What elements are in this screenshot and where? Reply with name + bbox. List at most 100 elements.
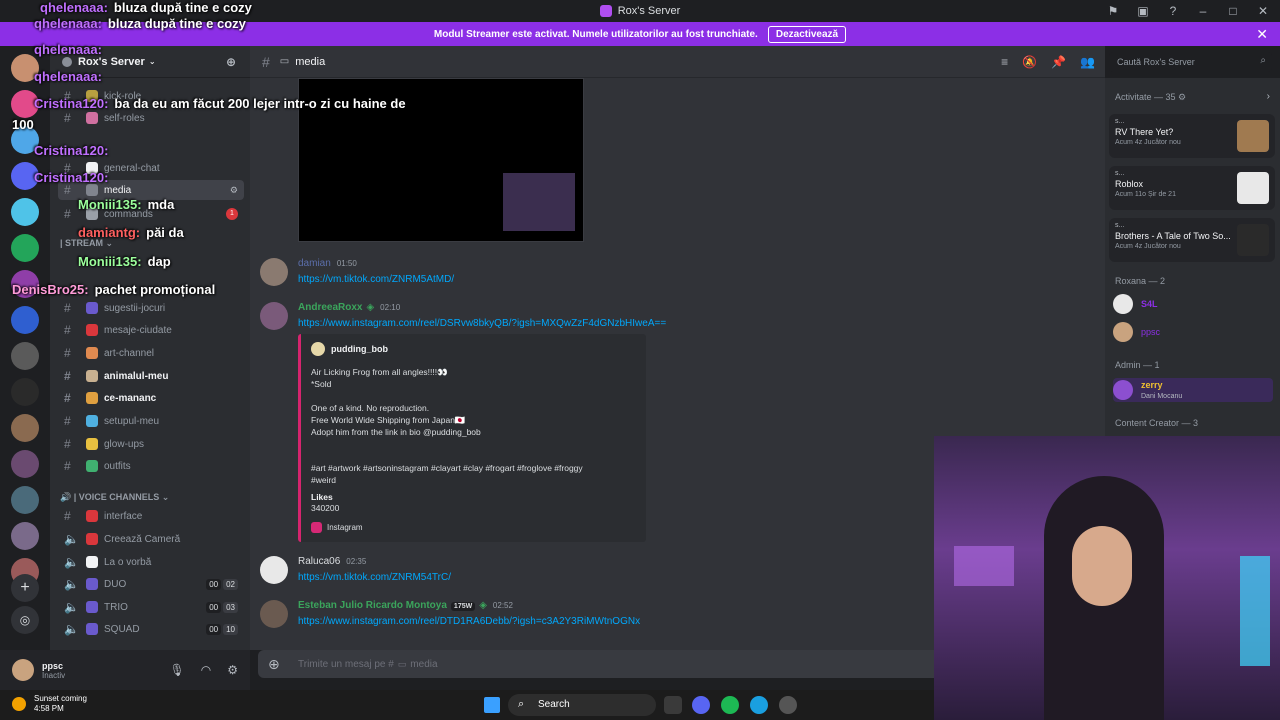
discord-icon[interactable] — [692, 696, 710, 714]
instagram-embed: pudding_bob Air Licking Frog from all an… — [298, 334, 646, 542]
member-item[interactable]: ppsc — [1113, 322, 1160, 342]
server-icon[interactable] — [11, 522, 39, 550]
voice-channel-interface[interactable]: # interface — [58, 506, 244, 526]
headphones-icon[interactable]: ◠ — [201, 663, 211, 677]
avatar[interactable] — [260, 556, 288, 584]
taskbar-search[interactable]: ⌕ Search — [508, 694, 656, 716]
stream-chat-user: Cristina120: — [34, 170, 109, 185]
search-input[interactable]: Caută Rox's Server ⌕ — [1109, 52, 1272, 72]
hash-icon: # — [64, 111, 71, 125]
channel-title: media — [295, 55, 326, 68]
threads-icon[interactable]: ≡ — [1001, 55, 1008, 69]
help-icon[interactable]: ? — [1166, 4, 1180, 18]
notification-bell-icon[interactable]: 🔕 — [1022, 55, 1037, 69]
category-voice[interactable]: 🔊 | VOICE CHANNELS ⌄ — [60, 492, 169, 503]
channel-self-roles[interactable]: # self-roles — [58, 108, 244, 128]
voice-channel-squad[interactable]: 🔈 SQUAD 00 10 — [58, 619, 244, 639]
file-explorer-icon[interactable] — [664, 696, 682, 714]
message-link[interactable]: https://www.instagram.com/reel/DTD1RA6De… — [298, 616, 640, 627]
channel-outfits[interactable]: # outfits — [58, 456, 244, 476]
member-list: Activitate — 35 ⚙ › s... RV There Yet? A… — [1105, 78, 1280, 438]
message-author[interactable]: Raluca06 02:35 — [298, 556, 366, 567]
tv-icon: ▭ — [397, 658, 407, 669]
channel-label: media — [104, 184, 132, 196]
server-icon[interactable] — [11, 486, 39, 514]
stream-chat-user: Cristina120: — [34, 96, 109, 111]
member-item[interactable]: zerry Dani Mocanu — [1113, 378, 1273, 402]
channel-sugestii-jocuri[interactable]: # sugestii-jocuri — [58, 298, 244, 318]
hash-icon: # — [64, 346, 71, 360]
spotify-icon[interactable] — [721, 696, 739, 714]
server-icon[interactable] — [11, 342, 39, 370]
stream-chat-line: qhelenaaa: bluza după tine e cozy — [40, 0, 252, 15]
voice-channel-trio[interactable]: 🔈 TRIO 00 03 — [58, 597, 244, 617]
message-link[interactable]: https://vm.tiktok.com/ZNRM54TrC/ — [298, 572, 451, 583]
channel-mesaje-ciudate[interactable]: # mesaje-ciudate — [58, 320, 244, 340]
embed-author[interactable]: pudding_bob — [311, 342, 636, 356]
voice-channel-create-room[interactable]: 🔈 Creează Cameră — [58, 529, 244, 549]
channel-ce-mananc[interactable]: # ce-mananc — [58, 388, 244, 408]
voice-channel-duo[interactable]: 🔈 DUO 00 02 — [58, 574, 244, 594]
stream-chat-user: qhelenaaa: — [34, 16, 102, 31]
channel-setupul-meu[interactable]: # setupul-meu — [58, 411, 244, 431]
windows-start-icon[interactable] — [484, 697, 500, 713]
server-icon[interactable] — [11, 306, 39, 334]
channel-animalul-meu[interactable]: # animalul-meu — [58, 366, 244, 386]
screen-icon[interactable]: ▣ — [1136, 4, 1150, 18]
attach-plus-icon[interactable]: ⊕ — [268, 656, 280, 673]
stream-chat-user: Cristina120: — [34, 143, 109, 158]
channel-art-channel[interactable]: # art-channel — [58, 343, 244, 363]
avatar[interactable] — [260, 302, 288, 330]
stream-chat-line: damiantg: păi da — [78, 225, 184, 240]
server-icon[interactable] — [11, 198, 39, 226]
add-server-icon[interactable]: + — [11, 574, 39, 602]
close-banner-icon[interactable]: ✕ — [1256, 26, 1268, 43]
weather-widget[interactable]: Sunset coming 4:58 PM — [12, 694, 87, 714]
server-dot-icon — [62, 56, 72, 67]
activity-card[interactable]: s... Roblox Acum 11o Șir de 21 — [1109, 166, 1275, 210]
settings-gear-icon[interactable]: ⚙ — [227, 663, 238, 677]
activity-title: RV There Yet? — [1115, 127, 1174, 137]
server-icon[interactable] — [11, 414, 39, 442]
minimize-icon[interactable]: – — [1196, 4, 1210, 18]
server-icon[interactable] — [11, 450, 39, 478]
channel-glow-ups[interactable]: # glow-ups — [58, 434, 244, 454]
voice-channel-la-o-vorba[interactable]: 🔈 La o vorbă — [58, 552, 244, 572]
close-icon[interactable]: ✕ — [1256, 4, 1270, 18]
avatar[interactable] — [260, 258, 288, 286]
inbox-icon[interactable]: ⚑ — [1106, 4, 1120, 18]
chevron-right-icon[interactable]: › — [1267, 91, 1270, 102]
avatar[interactable] — [260, 600, 288, 628]
obs-icon[interactable] — [779, 696, 797, 714]
add-member-icon[interactable]: ⊕ — [226, 55, 236, 69]
microphone-icon[interactable]: 🎙 — [170, 663, 185, 677]
discover-icon[interactable]: ◎ — [11, 606, 39, 634]
disable-streamer-button[interactable]: Dezactivează — [767, 25, 847, 43]
server-icon[interactable] — [11, 378, 39, 406]
maximize-icon[interactable]: □ — [1226, 4, 1240, 18]
message-author[interactable]: damian 01:50 — [298, 258, 357, 269]
user-count: 00 02 — [206, 578, 238, 590]
channel-label: self-roles — [104, 112, 145, 124]
embed-line: Free World Wide Shipping from Japan🇯🇵 — [311, 415, 466, 425]
activity-header[interactable]: Activitate — 35 ⚙ — [1115, 92, 1186, 103]
server-icon[interactable] — [11, 234, 39, 262]
hash-icon: # — [64, 459, 71, 473]
message-author[interactable]: AndreeaRoxx ◈ 02:10 — [298, 302, 400, 313]
avatar[interactable] — [12, 659, 34, 681]
member-item[interactable]: S4L — [1113, 294, 1158, 314]
message-link[interactable]: https://www.instagram.com/reel/DSRvw8bky… — [298, 318, 666, 329]
pin-icon[interactable]: 📌 — [1051, 55, 1066, 69]
unread-badge: 1 — [226, 208, 238, 220]
members-icon[interactable]: 👥 — [1080, 55, 1095, 69]
activity-card[interactable]: s... Brothers - A Tale of Two So... Acum… — [1109, 218, 1275, 262]
server-name: Rox's Server — [78, 55, 145, 68]
activity-card[interactable]: s... RV There Yet? Acum 4z Jucător nou — [1109, 114, 1275, 158]
message-author[interactable]: Esteban Julio Ricardo Montoya 175W ◈ 02:52 — [298, 600, 513, 611]
gamepad-icon — [86, 623, 98, 635]
count-current: 00 — [206, 578, 222, 590]
channel-settings-icon[interactable]: ⚙ — [230, 185, 238, 196]
channel-label: DUO — [104, 578, 127, 590]
message-link[interactable]: https://vm.tiktok.com/ZNRM5AtMD/ — [298, 274, 454, 285]
edge-icon[interactable] — [750, 696, 768, 714]
